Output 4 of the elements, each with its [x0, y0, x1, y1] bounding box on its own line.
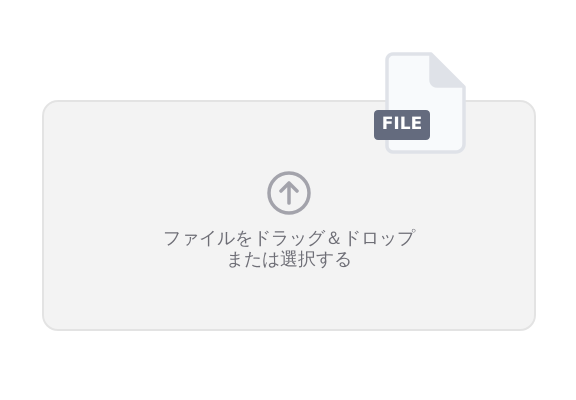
prompt-text: または選択する [226, 249, 352, 270]
prompt-text: ファイルをドラッグ＆ドロップ [163, 228, 415, 249]
upload-icon [266, 170, 312, 216]
file-badge: FILE [374, 110, 430, 140]
